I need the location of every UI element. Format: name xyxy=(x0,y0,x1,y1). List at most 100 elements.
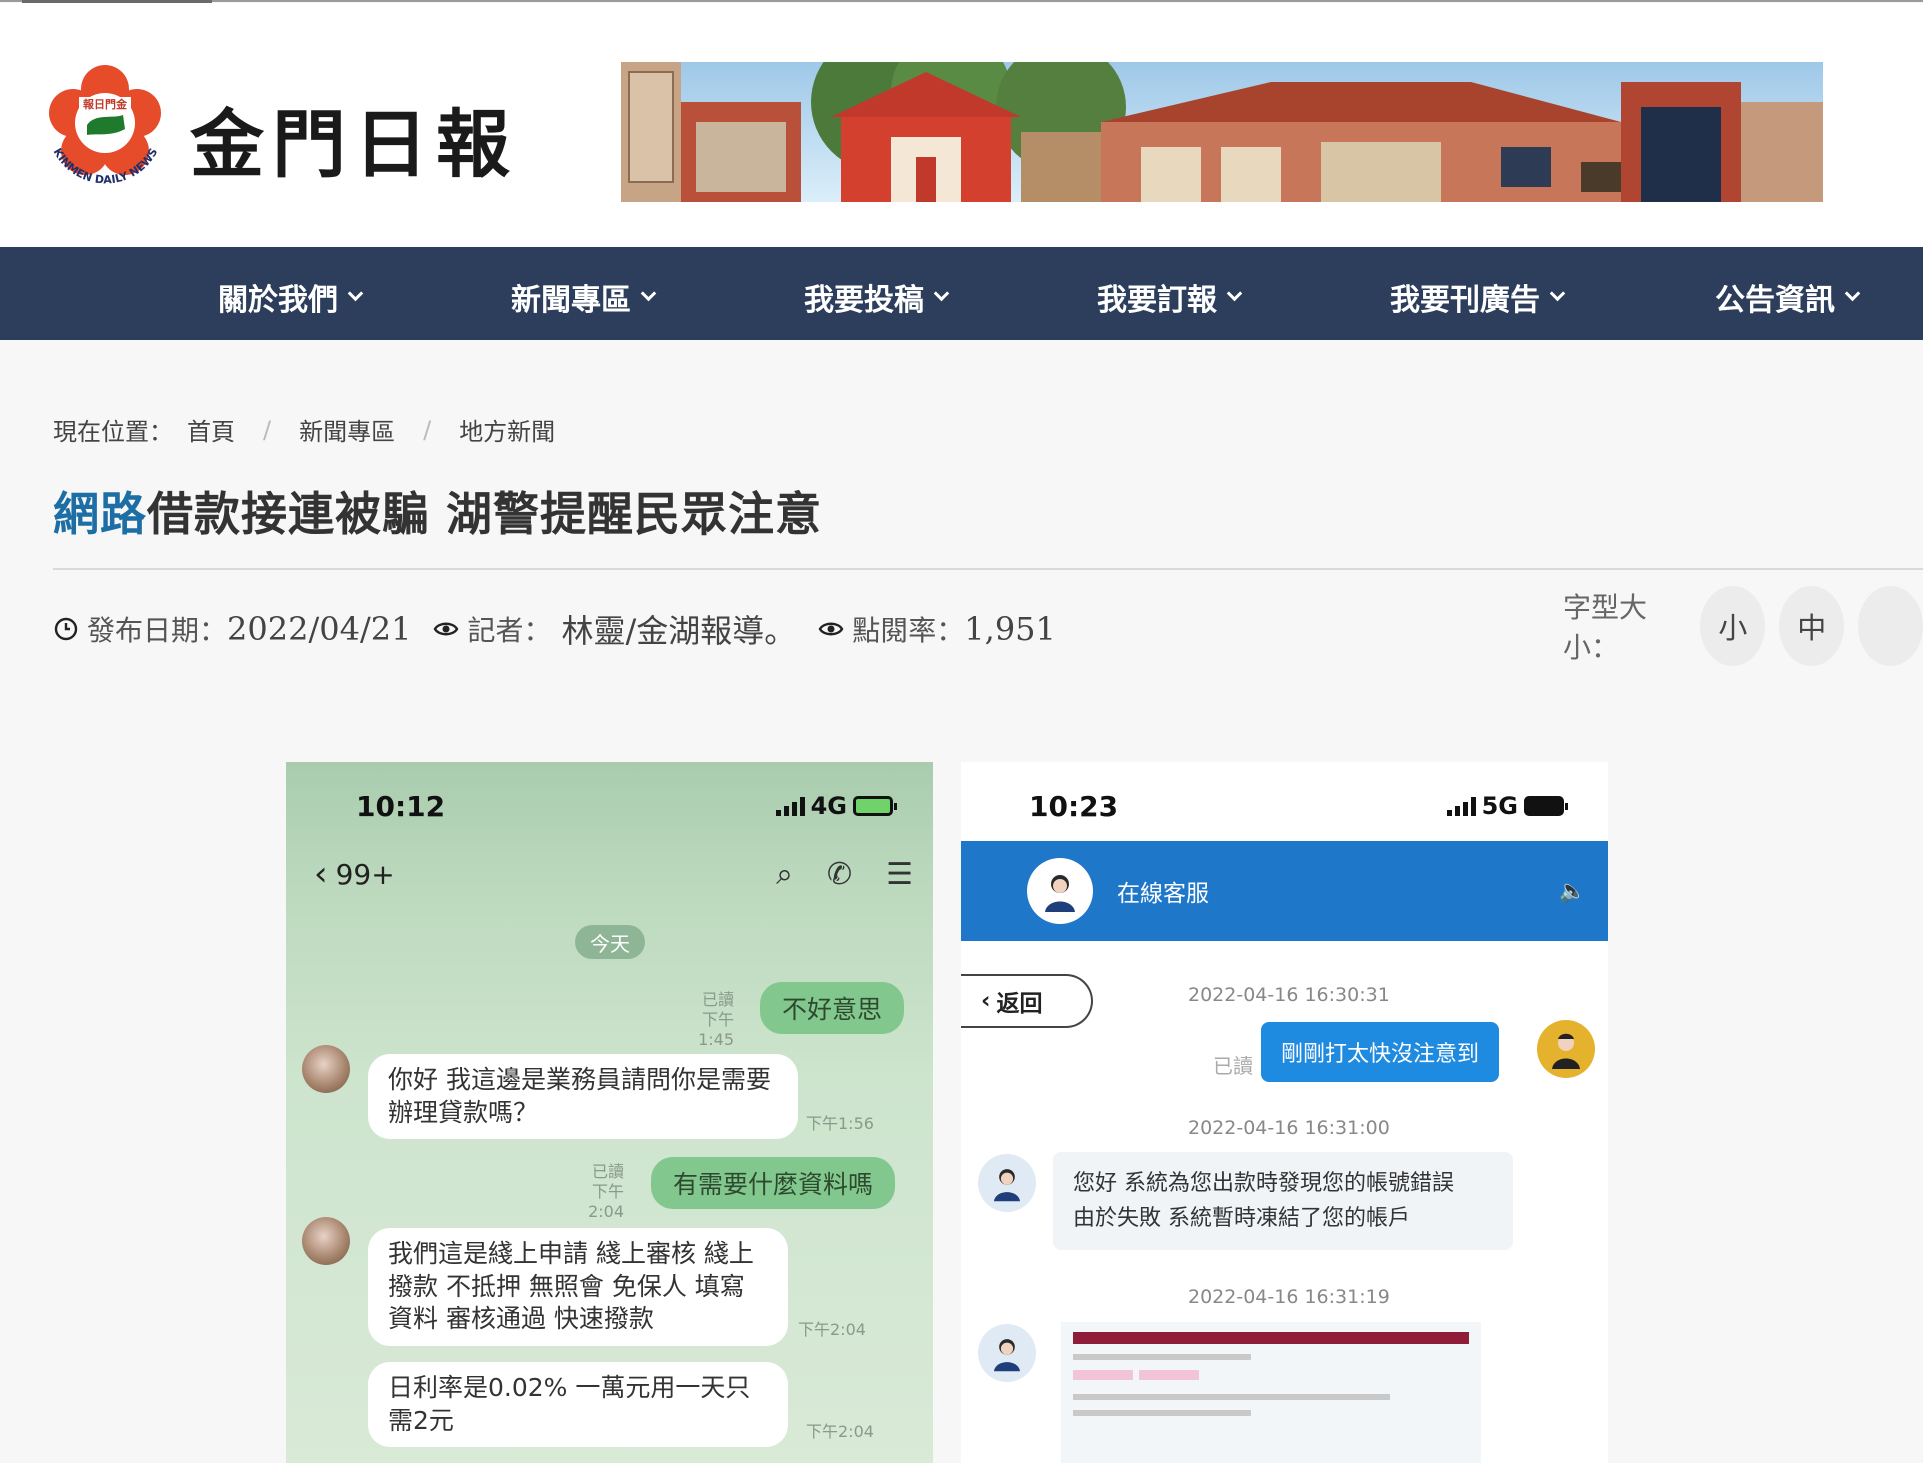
unread-count: 99+ xyxy=(335,857,395,891)
signal-icon xyxy=(1446,796,1476,816)
breadcrumb-news[interactable]: 新聞專區 xyxy=(299,412,395,447)
publish-date-value: 2022/04/21 xyxy=(227,610,412,648)
message-timestamp: 2022-04-16 16:30:31 xyxy=(1188,984,1390,1006)
article-title-text: 借款接連被騙 湖警提醒民眾注意 xyxy=(147,487,823,541)
status-time: 10:23 xyxy=(1029,790,1119,823)
agent-avatar xyxy=(1027,858,1093,924)
message-bubble-incoming: 你好 我這邊是業務員請問你是需要辦理貸款嗎？ xyxy=(368,1054,798,1139)
agent-avatar xyxy=(978,1154,1036,1212)
chevron-left-icon: ‹ xyxy=(314,854,328,894)
back-button-label: 返回 xyxy=(996,991,1043,1017)
message-timestamp: 2022-04-16 16:31:19 xyxy=(1188,1286,1390,1308)
user-avatar xyxy=(1537,1020,1595,1078)
chevron-down-icon xyxy=(1549,285,1566,301)
customer-service-header: 在線客服 🔈 xyxy=(961,841,1608,941)
breadcrumb-home[interactable]: 首頁 xyxy=(187,412,235,447)
font-size-small-button[interactable]: 小 xyxy=(1700,586,1766,666)
eye-icon xyxy=(818,622,844,636)
article-title-highlight: 網路 xyxy=(53,487,147,541)
agent-icon xyxy=(993,1339,1021,1372)
signal-icon xyxy=(775,796,805,816)
chevron-down-icon xyxy=(347,285,364,301)
read-status: 已讀 xyxy=(701,990,734,1009)
message-bubble-user: 剛剛打太快沒注意到 xyxy=(1261,1022,1500,1082)
read-status: 已讀 xyxy=(1213,1054,1253,1078)
battery-icon xyxy=(1524,796,1568,816)
article-image[interactable]: 10:12 4G ‹ 99+ ⌕ ✆ ☰ 今天 已讀 下午1:45 不好意思 你… xyxy=(286,762,1608,1463)
menu-icon: ☰ xyxy=(886,856,913,892)
clock-icon xyxy=(54,617,78,641)
breadcrumb-prefix: 現在位置： xyxy=(53,418,173,446)
network-type: 4G xyxy=(810,792,847,820)
attached-screenshot xyxy=(1061,1322,1481,1463)
kinmen-daily-logo: 報日門金 KINMEN DAILY NEWS xyxy=(49,65,161,187)
message-time: 下午2:04 xyxy=(588,1182,624,1221)
nav-item-about[interactable]: 關於我們 xyxy=(218,275,364,319)
chat-header: ‹ 99+ ⌕ ✆ ☰ xyxy=(314,854,913,894)
chevron-down-icon xyxy=(640,285,657,301)
status-time: 10:12 xyxy=(356,790,446,823)
eye-icon xyxy=(434,622,459,636)
contact-avatar xyxy=(302,1217,350,1265)
chevron-down-icon xyxy=(933,285,950,301)
site-brand-name: 金門日報 xyxy=(190,102,518,188)
site-header: 報日門金 KINMEN DAILY NEWS 金門日報 xyxy=(0,3,1923,247)
chat-tools: ⌕ ✆ ☰ xyxy=(776,857,913,892)
article-meta: 發布日期： 2022/04/21 記者： 林靈/金湖報導。 點閱率： 1,951 xyxy=(53,606,1078,652)
customer-service-title: 在線客服 xyxy=(1117,881,1209,907)
search-icon: ⌕ xyxy=(776,856,793,892)
font-size-large-button[interactable] xyxy=(1858,586,1923,666)
breadcrumb-separator: / xyxy=(263,415,272,444)
agent-icon xyxy=(1045,875,1075,912)
view-count-label: 點閱率： xyxy=(852,614,965,647)
nav-item-label: 關於我們 xyxy=(218,283,338,318)
attached-screenshot-header xyxy=(1073,1332,1469,1344)
publish-date-label: 發布日期： xyxy=(87,614,228,647)
nav-item-label: 我要投稿 xyxy=(804,283,924,318)
battery-charging-icon xyxy=(853,796,897,816)
font-size-medium-button[interactable]: 中 xyxy=(1779,586,1845,666)
agent-icon xyxy=(993,1169,1021,1202)
attached-screenshot-tag xyxy=(1073,1370,1133,1380)
message-time: 下午1:45 xyxy=(698,1010,734,1049)
status-network: 4G xyxy=(775,792,897,820)
message-meta: 已讀 下午1:45 xyxy=(674,990,734,1050)
top-border xyxy=(0,0,1923,2)
breadcrumb-local-news[interactable]: 地方新聞 xyxy=(459,412,555,447)
reporter-label: 記者： xyxy=(467,614,552,647)
chevron-down-icon xyxy=(1226,285,1243,301)
agent-message-line: 由於失敗 系統暫時凍結了您的帳戶 xyxy=(1073,1206,1410,1232)
logo-top-text: 報日門金 xyxy=(83,97,128,111)
read-status: 已讀 xyxy=(591,1162,624,1181)
attached-screenshot-line xyxy=(1073,1394,1390,1400)
message-bubble-outgoing: 不好意思 xyxy=(760,982,905,1034)
customer-service-screenshot: 10:23 5G 在線客服 🔈 ‹ 返回 2022-04-16 16:30:31… xyxy=(961,762,1608,1463)
network-type: 5G xyxy=(1481,792,1518,820)
nav-item-subscribe[interactable]: 我要訂報 xyxy=(1097,275,1243,319)
nav-item-news[interactable]: 新聞專區 xyxy=(511,275,657,319)
nav-item-submit[interactable]: 我要投稿 xyxy=(804,275,950,319)
phone-icon: ✆ xyxy=(826,856,853,892)
user-icon xyxy=(1552,1033,1580,1069)
date-pill: 今天 xyxy=(575,925,645,959)
reporter-value: 林靈/金湖報導。 xyxy=(561,612,797,650)
nav-item-announcements[interactable]: 公告資訊 xyxy=(1715,275,1861,319)
title-divider xyxy=(53,568,1923,570)
breadcrumb: 現在位置： 首頁 / 新聞專區 / 地方新聞 xyxy=(53,412,555,447)
view-count-value: 1,951 xyxy=(964,610,1056,648)
message-time: 下午1:56 xyxy=(806,1114,874,1133)
speaker-icon: 🔈 xyxy=(1558,878,1586,904)
message-bubble-incoming: 日利率是0.02% 一萬元用一天只需2元 xyxy=(368,1362,788,1447)
nav-item-advertise[interactable]: 我要刊廣告 xyxy=(1390,275,1566,319)
publish-date: 發布日期： 2022/04/21 xyxy=(53,609,411,649)
message-timestamp: 2022-04-16 16:31:00 xyxy=(1188,1117,1390,1139)
message-time: 下午2:04 xyxy=(798,1320,866,1339)
nav-item-label: 新聞專區 xyxy=(511,283,631,318)
view-count: 點閱率： 1,951 xyxy=(818,609,1056,649)
message-meta: 已讀 下午2:04 xyxy=(564,1162,624,1222)
font-size-label: 字型大小： xyxy=(1563,591,1648,664)
message-bubble-agent: 您好 系統為您出款時發現您的帳號錯誤 由於失敗 系統暫時凍結了您的帳戶 xyxy=(1053,1152,1513,1251)
header-banner-image xyxy=(621,62,1823,202)
nav-item-label: 我要刊廣告 xyxy=(1390,283,1540,318)
chevron-down-icon xyxy=(1844,285,1861,301)
